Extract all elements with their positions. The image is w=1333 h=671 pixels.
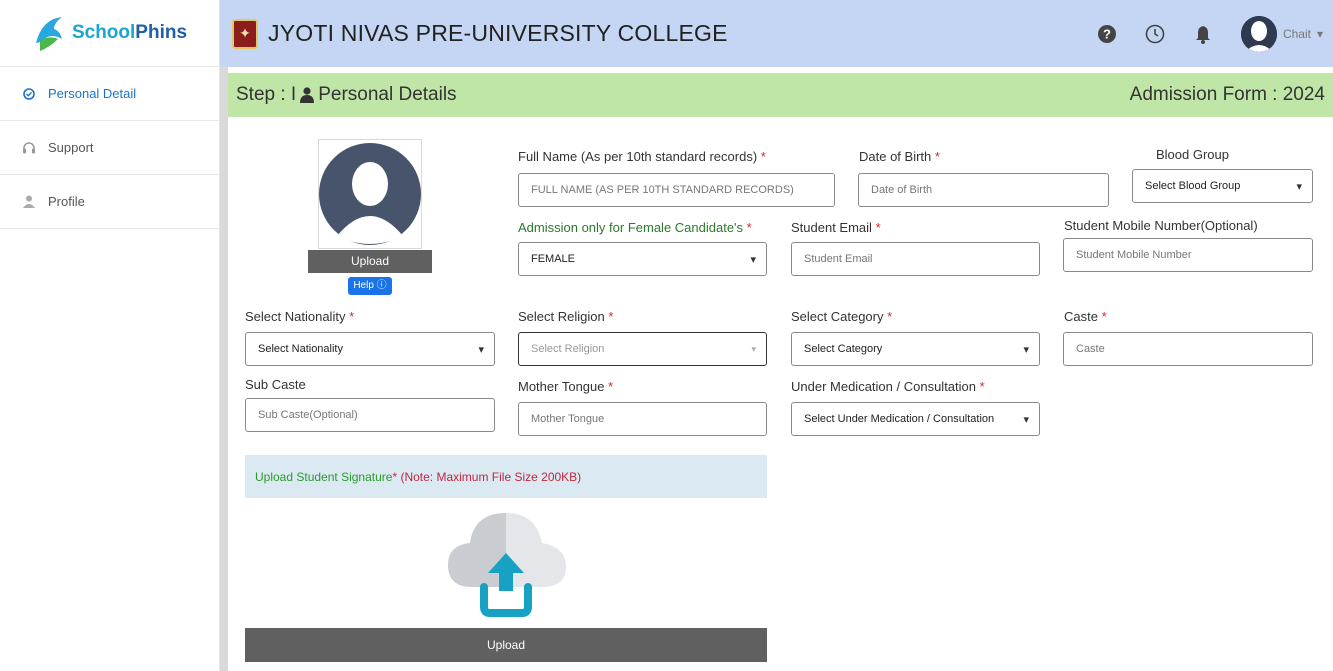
email-label: Student Email *	[791, 220, 881, 235]
sidebar-item-support[interactable]: Support	[0, 121, 219, 175]
bell-icon[interactable]	[1193, 24, 1213, 44]
signature-section-header: Upload Student Signature * (Note: Maximum…	[245, 455, 767, 498]
user-menu[interactable]: Chait ▾	[1240, 15, 1323, 52]
step-title: Personal Details	[318, 84, 457, 105]
caste-label: Caste *	[1064, 309, 1107, 324]
gender-label: Admission only for Female Candidate's *	[518, 220, 752, 235]
gender-select[interactable]: FEMALE ▾	[518, 242, 767, 276]
nationality-select[interactable]: Select Nationality ▾	[245, 332, 495, 366]
blood-group-select[interactable]: Select Blood Group ▾	[1132, 169, 1313, 203]
sidebar-item-profile[interactable]: Profile	[0, 175, 219, 229]
user-name: Chait	[1282, 26, 1311, 41]
mobile-field[interactable]: Student Mobile Number	[1063, 238, 1313, 272]
college-crest-icon: ✦	[232, 18, 258, 49]
sidebar-item-personal-detail[interactable]: Personal Detail	[0, 67, 219, 121]
chevron-down-icon: ▾	[1316, 26, 1323, 41]
avatar	[1240, 15, 1277, 52]
schoolphins-logo[interactable]: SchoolPhins	[0, 0, 219, 67]
help-button[interactable]: Help ⓘ	[348, 277, 392, 295]
photo-upload-button[interactable]: Upload	[308, 250, 432, 273]
step-bar: Step : I Personal Details Admission Form…	[228, 73, 1333, 117]
nationality-label: Select Nationality *	[245, 309, 355, 324]
chevron-down-icon: ▾	[478, 343, 484, 356]
sidebar-item-label: Personal Detail	[48, 86, 137, 101]
medication-label: Under Medication / Consultation *	[791, 379, 985, 394]
category-label: Select Category *	[791, 309, 893, 324]
brand-phins: Phins	[135, 22, 188, 43]
mother-tongue-field[interactable]: Mother Tongue	[518, 402, 767, 436]
blood-group-value: Select Blood Group	[1145, 180, 1241, 192]
category-value: Select Category	[804, 343, 883, 355]
step-number: Step : I	[236, 84, 297, 105]
gender-value: FEMALE	[531, 253, 576, 265]
sidebar: SchoolPhins Personal Detail Support Prof…	[0, 0, 220, 671]
mobile-label: Student Mobile Number(Optional)	[1064, 218, 1258, 233]
help-icon[interactable]: ?	[1097, 24, 1117, 44]
chevron-down-icon: ▾	[1023, 343, 1029, 356]
user-icon	[22, 195, 36, 209]
cloud-upload-icon[interactable]	[444, 507, 569, 622]
signature-note: (Note: Maximum File Size 200KB)	[400, 469, 582, 484]
caste-field[interactable]: Caste	[1063, 332, 1313, 366]
chevron-down-icon: ▾	[1023, 413, 1029, 426]
category-select[interactable]: Select Category ▾	[791, 332, 1040, 366]
svg-text:?: ?	[1103, 26, 1111, 41]
mother-tongue-label: Mother Tongue *	[518, 379, 614, 394]
form-title: Admission Form : 2024	[1129, 84, 1325, 105]
chevron-down-icon: ▾	[750, 253, 756, 266]
religion-value: Select Religion	[531, 343, 605, 355]
content-gutter	[220, 67, 228, 671]
sidebar-item-label: Support	[48, 140, 94, 155]
user-icon	[300, 87, 315, 103]
dob-field[interactable]: Date of Birth	[858, 173, 1109, 207]
brand-school: School	[71, 22, 136, 43]
sub-caste-label: Sub Caste	[245, 377, 306, 392]
full-name-label: Full Name (As per 10th standard records)…	[518, 149, 766, 164]
medication-value: Select Under Medication / Consultation	[804, 413, 995, 425]
religion-label: Select Religion *	[518, 309, 614, 324]
email-field[interactable]: Student Email	[791, 242, 1040, 276]
avatar-placeholder-icon	[319, 143, 421, 245]
personal-details-form: Upload Help ⓘ Full Name (As per 10th sta…	[228, 117, 1333, 671]
signature-title: Upload Student Signature	[255, 469, 393, 484]
chevron-down-icon: ▾	[1296, 180, 1302, 193]
photo-placeholder	[318, 139, 422, 249]
religion-select[interactable]: Select Religion ▾	[518, 332, 767, 366]
required-mark: *	[392, 469, 398, 484]
dolphin-logo-icon	[35, 17, 62, 51]
nationality-value: Select Nationality	[258, 343, 343, 355]
chevron-down-icon: ▾	[751, 343, 756, 354]
full-name-field[interactable]: FULL NAME (AS PER 10TH STANDARD RECORDS)	[518, 173, 835, 207]
clock-icon[interactable]	[1145, 24, 1165, 44]
sidebar-item-label: Profile	[48, 194, 85, 209]
sub-caste-field[interactable]: Sub Caste(Optional)	[245, 398, 495, 432]
check-circle-icon	[22, 87, 36, 101]
top-header: ✦ JYOTI NIVAS PRE-UNIVERSITY COLLEGE ? C…	[220, 0, 1333, 67]
headset-icon	[22, 141, 36, 155]
signature-upload-button[interactable]: Upload	[245, 628, 767, 662]
college-name: JYOTI NIVAS PRE-UNIVERSITY COLLEGE	[268, 20, 728, 46]
blood-group-label: Blood Group	[1156, 147, 1229, 162]
medication-select[interactable]: Select Under Medication / Consultation ▾	[791, 402, 1040, 436]
dob-label: Date of Birth *	[859, 149, 940, 164]
